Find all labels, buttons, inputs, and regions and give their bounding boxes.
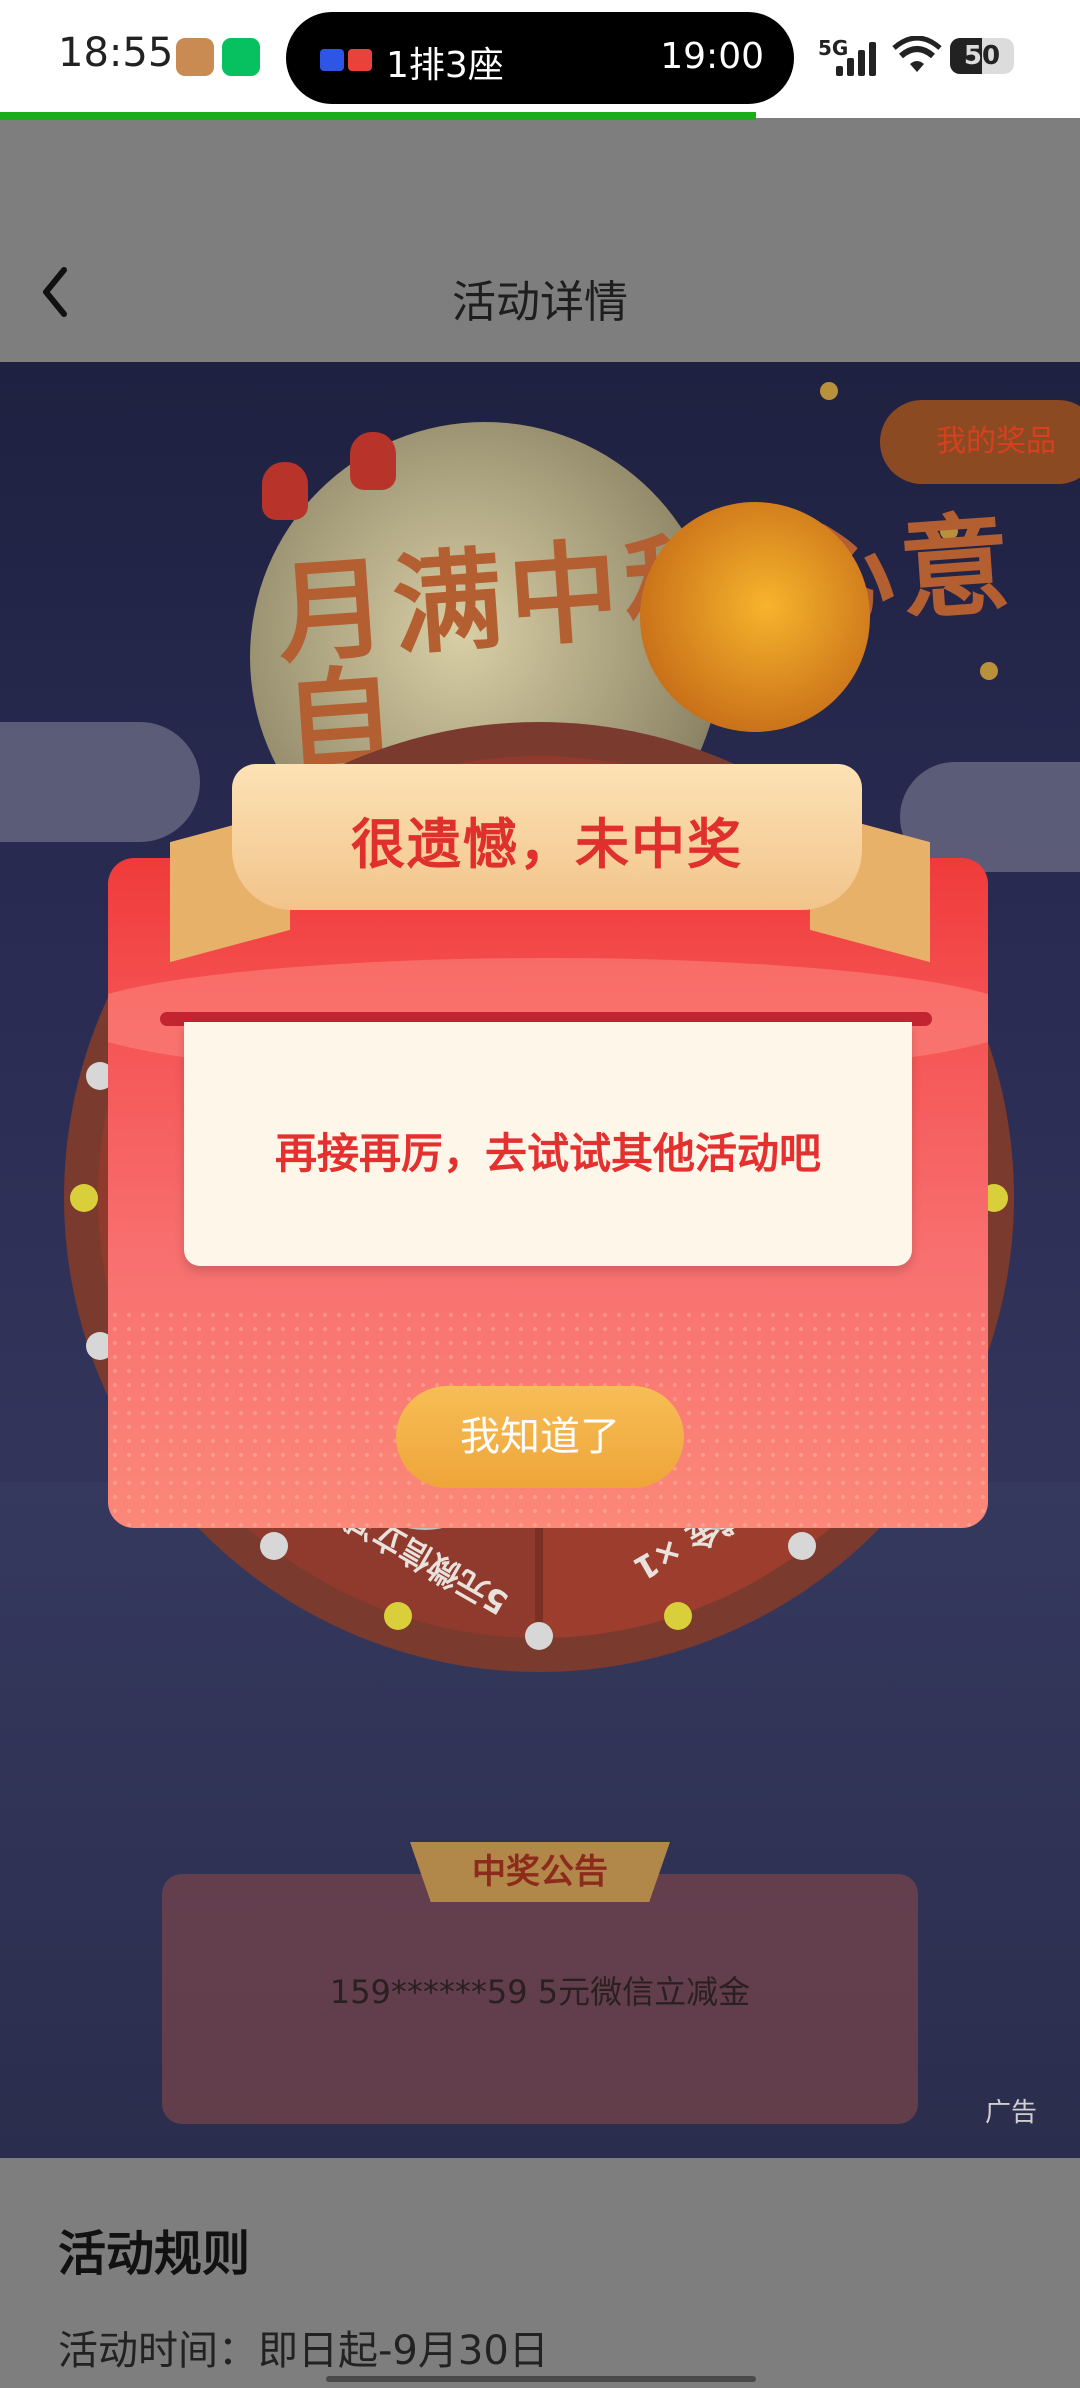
island-seat-text: 1排3座 xyxy=(386,45,504,86)
page-load-progress xyxy=(0,112,756,120)
home-indicator[interactable] xyxy=(326,2376,756,2382)
dynamic-island[interactable]: 1排3座 19:00 xyxy=(286,12,794,104)
status-bar: 18:55 1排3座 19:00 5G 50 xyxy=(0,0,1080,120)
wechat-icon xyxy=(222,38,260,76)
result-message: 再接再厉，去试试其他活动吧 xyxy=(274,1129,821,1178)
confirm-button[interactable]: 我知道了 xyxy=(396,1386,684,1488)
signal-icon xyxy=(836,40,878,76)
battery-level: 50 xyxy=(963,41,1001,71)
wifi-icon xyxy=(892,36,942,72)
island-time-text: 19:00 xyxy=(660,36,764,77)
status-time: 18:55 xyxy=(58,30,174,76)
battery-icon: 50 xyxy=(950,38,1014,74)
game-app-icon xyxy=(176,38,214,76)
result-title: 很遗憾，未中奖 xyxy=(351,813,743,876)
ticket-app-icon xyxy=(320,49,372,71)
